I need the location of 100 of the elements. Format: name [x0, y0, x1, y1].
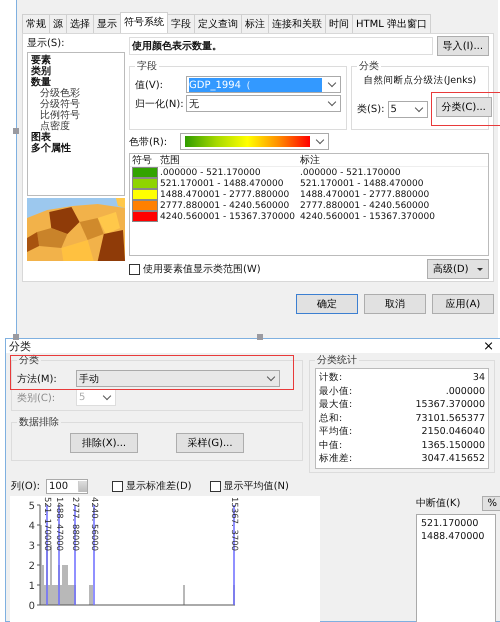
tree-item[interactable]: 分级符号: [31, 99, 121, 110]
table-cell-text: 4240.560001 - 15367.370000: [300, 212, 436, 222]
tab[interactable]: 符号系统: [120, 12, 168, 33]
group-title: 分类统计: [316, 354, 358, 367]
checkbox[interactable]: [112, 480, 124, 492]
dialog-button[interactable]: 确定: [296, 294, 358, 314]
break-line[interactable]: [93, 504, 95, 604]
break-line[interactable]: [46, 504, 48, 604]
table-cell-text: 521.170001 - 1488.470000: [160, 178, 284, 188]
tree-item[interactable]: 比例符号: [31, 110, 121, 121]
stat-value: 15367.370000: [415, 398, 485, 412]
stat-name: 中值:: [319, 438, 342, 452]
table-cell-text: 2777.880001 - 4240.560000: [160, 200, 290, 210]
classify-button[interactable]: 分类(C)...: [436, 97, 492, 117]
axis-tick-label: 3: [28, 540, 35, 552]
checkbox-label: 显示平均值(N): [224, 480, 289, 493]
import-button[interactable]: 导入(I)...: [436, 36, 489, 56]
axis-tick-label: 0: [28, 600, 35, 612]
break-line[interactable]: [58, 504, 60, 604]
dropdown-arrow-icon: [477, 268, 483, 270]
resize-handle[interactable]: [257, 334, 263, 340]
list-item[interactable]: 1488.470000: [421, 530, 491, 542]
classes-label: 类别(C):: [17, 392, 56, 404]
columns-label: 列(O):: [11, 480, 40, 493]
tree-item[interactable]: 要素: [31, 55, 121, 66]
group-title: 数据排除: [18, 416, 60, 429]
color-swatch[interactable]: [132, 167, 158, 178]
axis-tick-label: 1: [28, 580, 35, 592]
classes-label: 类(S):: [357, 102, 385, 116]
color-swatch[interactable]: [132, 211, 158, 222]
axis-tick-label: 2: [28, 560, 35, 572]
value-label: 值(V):: [135, 78, 164, 92]
resize-handle[interactable]: [13, 128, 19, 134]
sampling-button[interactable]: 采样(G)...: [176, 433, 244, 453]
show-label: 显示(S):: [27, 37, 66, 50]
stat-value: 34: [472, 371, 485, 384]
tree-item[interactable]: 类别: [31, 66, 121, 77]
stat-name: 标准差:: [319, 452, 352, 466]
break-value-label: 4240. 56000: [89, 496, 99, 551]
exclude-button[interactable]: 排除(X)...: [70, 433, 138, 453]
table-cell-text: .000000 - 521.170000: [160, 168, 262, 178]
color-swatch[interactable]: [132, 178, 158, 189]
normalize-dropdown[interactable]: 无: [186, 95, 341, 112]
tree-item[interactable]: 多个属性: [31, 143, 121, 154]
stat-name: 平均值:: [319, 425, 352, 438]
tab[interactable]: HTML 弹出窗口: [352, 14, 432, 33]
close-button[interactable]: ×: [479, 338, 498, 354]
break-line[interactable]: [74, 504, 76, 604]
color-swatch[interactable]: [132, 189, 158, 200]
stat-value: 73101.565377: [415, 412, 485, 425]
tree-item[interactable]: 图表: [31, 132, 121, 143]
group-title: 分类: [358, 60, 380, 73]
resize-handle[interactable]: [13, 334, 19, 340]
column-header[interactable]: 符号: [130, 153, 160, 167]
color-ramp-dropdown[interactable]: [180, 133, 329, 150]
table-cell-text: 1488.470001 - 2777.880000: [300, 190, 430, 200]
percent-button[interactable]: %: [482, 496, 500, 510]
break-value-label: 15367. 3700: [229, 496, 239, 551]
checkbox-label: 显示标准差(D): [126, 480, 192, 493]
dropdown-value: 手动: [79, 372, 100, 386]
stat-name: 计数:: [319, 371, 342, 384]
method-dropdown[interactable]: 手动: [76, 370, 280, 387]
heading-text: 使用颜色表示数量。: [129, 37, 433, 55]
table-cell-text: 521.170001 - 1488.470000: [300, 178, 424, 188]
checkbox[interactable]: [210, 480, 221, 492]
method-text: 自然间断点分级法(Jenks): [362, 74, 478, 87]
dialog-button[interactable]: 应用(A): [432, 294, 494, 314]
stat-name: 最小值:: [319, 384, 352, 398]
checkbox-label: 使用要素值显示类范围(W): [143, 262, 261, 276]
dropdown-value: 无: [189, 98, 200, 110]
color-ramp-label: 色带(R):: [129, 136, 168, 148]
tree-item[interactable]: 点密度: [31, 121, 121, 132]
table-cell-text: 2777.880001 - 4240.560000: [300, 200, 430, 210]
stat-value: .000000: [446, 384, 485, 398]
columns-spinner[interactable]: 100: [46, 478, 88, 494]
tab[interactable]: 常规: [22, 14, 50, 33]
stat-value: 2150.046040: [422, 425, 485, 438]
breaks-label: 中断值(K): [416, 496, 460, 510]
dialog-button[interactable]: 取消: [364, 294, 426, 314]
dropdown-value: 5: [79, 392, 86, 403]
color-swatch[interactable]: [132, 200, 158, 211]
column-header[interactable]: 范围: [160, 153, 300, 167]
tree-item[interactable]: 分级色彩: [31, 88, 121, 99]
checkbox[interactable]: [129, 264, 140, 274]
break-value-label: 1488. 47000: [54, 496, 64, 551]
tree-item[interactable]: 数量: [31, 77, 121, 88]
axis-tick-label: 4: [28, 520, 35, 532]
stat-value: 3047.415652: [422, 452, 485, 466]
spinner-arrows-icon: [78, 480, 88, 492]
stat-name: 最大值:: [319, 398, 352, 412]
list-item[interactable]: 521.170000: [421, 516, 491, 530]
table-cell-text: .000000 - 521.170000: [300, 168, 402, 178]
break-value-label: 2777. 88000: [70, 496, 80, 551]
classes-dropdown[interactable]: 5: [388, 100, 428, 118]
advanced-button[interactable]: 高级(D): [427, 259, 489, 279]
break-line[interactable]: [233, 504, 235, 604]
column-header[interactable]: 标注: [300, 153, 488, 167]
spinner-value: 100: [49, 480, 68, 492]
table-cell-text: 1488.470001 - 2777.880000: [160, 190, 290, 200]
stat-name: 总和:: [319, 412, 342, 425]
